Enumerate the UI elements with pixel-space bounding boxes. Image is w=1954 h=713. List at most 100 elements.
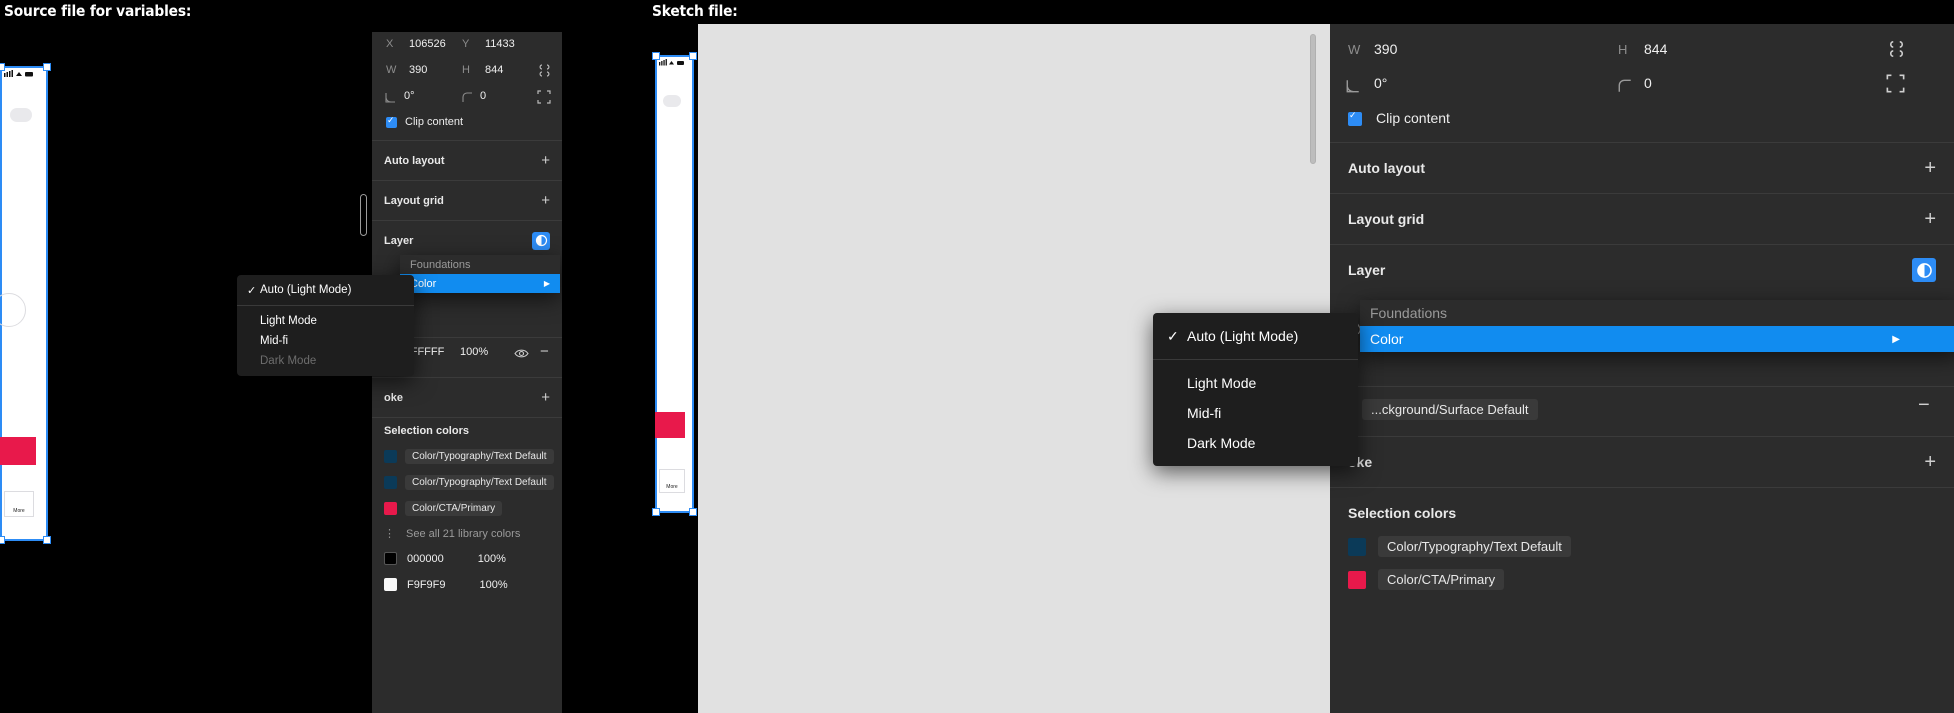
section-layout-grid[interactable]: Layout grid + <box>372 181 562 220</box>
raw-color-opacity[interactable]: 100% <box>480 579 508 591</box>
clip-content-row[interactable]: Clip content <box>1330 104 1954 142</box>
resize-handle-tr[interactable] <box>689 52 697 60</box>
canvas-scrollbar-right[interactable] <box>1310 34 1316 164</box>
eye-icon[interactable] <box>514 347 529 360</box>
variable-mode-icon[interactable] <box>532 231 550 250</box>
h-value[interactable]: 844 <box>485 64 503 76</box>
selection-color-row[interactable]: Color/CTA/Primary <box>384 501 503 516</box>
independent-corners-icon[interactable] <box>537 90 551 104</box>
selection-color-label[interactable]: Color/Typography/Text Default <box>1378 536 1571 557</box>
menu-item-label: Dark Mode <box>1187 435 1256 451</box>
constrain-proportions-icon[interactable] <box>538 63 551 78</box>
see-all-library-colors-row[interactable]: ⋮ See all 21 library colors <box>384 527 520 541</box>
submenu-item-foundations[interactable]: Foundations <box>400 255 560 274</box>
resize-handle-tr[interactable] <box>43 63 51 71</box>
mode-context-menu-right[interactable]: ✓ Auto (Light Mode) Light Mode Mid-fi Da… <box>1153 313 1358 466</box>
variable-collection-submenu-left[interactable]: Foundations Color ▶ <box>400 255 560 293</box>
menu-item-mid-fi[interactable]: Mid-fi <box>1153 398 1358 428</box>
color-swatch[interactable] <box>384 450 397 463</box>
selection-color-row[interactable]: Color/CTA/Primary <box>1348 569 1505 590</box>
selection-color-row[interactable]: Color/Typography/Text Default <box>384 449 554 464</box>
w-label: W <box>1348 42 1361 57</box>
h-value[interactable]: 844 <box>1644 41 1667 57</box>
color-swatch[interactable] <box>384 552 397 565</box>
x-label: X <box>386 38 394 50</box>
menu-item-mid-fi[interactable]: Mid-fi <box>237 331 414 351</box>
fill-variable-chip[interactable]: ...ckground/Surface Default <box>1362 399 1538 420</box>
variable-collection-submenu-right[interactable]: Foundations Color ▶ <box>1360 300 1954 352</box>
raw-color-hex[interactable]: F9F9F9 <box>407 579 446 591</box>
auto-layout-add-button[interactable]: + <box>541 152 550 169</box>
section-stroke[interactable]: oke + <box>1330 437 1954 487</box>
w-value[interactable]: 390 <box>1374 41 1397 57</box>
layout-grid-add-button[interactable]: + <box>541 192 550 209</box>
artboard-left[interactable]: More <box>0 63 51 544</box>
stroke-add-button[interactable]: + <box>1924 451 1936 474</box>
menu-item-dark-mode[interactable]: Dark Mode <box>1153 428 1358 458</box>
raw-color-opacity[interactable]: 100% <box>478 553 506 565</box>
menu-item-auto-light-mode[interactable]: ✓ Auto (Light Mode) <box>237 280 414 300</box>
menu-item-auto-light-mode[interactable]: ✓ Auto (Light Mode) <box>1153 321 1358 351</box>
fill-remove-button[interactable]: − <box>1918 394 1930 417</box>
constrain-proportions-icon[interactable] <box>1888 39 1905 59</box>
selection-colors-title: Selection colors <box>1348 505 1457 521</box>
color-swatch[interactable] <box>1348 570 1366 589</box>
menu-item-light-mode[interactable]: Light Mode <box>1153 368 1358 398</box>
stroke-add-button[interactable]: + <box>541 389 550 406</box>
rotation-value[interactable]: 0° <box>1374 75 1387 91</box>
artboard-right[interactable]: More <box>652 52 697 516</box>
resize-handle-bl[interactable] <box>0 536 5 544</box>
clip-content-checkbox[interactable] <box>1348 110 1362 126</box>
color-swatch[interactable] <box>384 502 397 515</box>
selection-color-row[interactable]: Color/Typography/Text Default <box>384 475 554 490</box>
resize-handle-br[interactable] <box>43 536 51 544</box>
submenu-item-foundations[interactable]: Foundations <box>1360 300 1954 326</box>
corner-radius-value[interactable]: 0 <box>480 90 486 102</box>
cta-block <box>0 437 36 465</box>
layout-grid-title: Layout grid <box>1348 211 1425 227</box>
position-row: X 106526 Y 11433 <box>372 32 562 58</box>
inspector-panel-right: W 390 H 844 0° 0 ✓ Clip content Auto lay… <box>1330 24 1954 713</box>
resize-handle-tl[interactable] <box>652 52 660 60</box>
variable-mode-icon[interactable] <box>1912 258 1936 282</box>
resize-handle-br[interactable] <box>689 508 697 516</box>
color-swatch[interactable] <box>1348 537 1366 556</box>
rotation-value[interactable]: 0° <box>404 90 415 102</box>
color-swatch[interactable] <box>384 578 397 591</box>
fill-remove-button[interactable]: − <box>540 343 549 360</box>
section-auto-layout[interactable]: Auto layout + <box>1330 143 1954 193</box>
raw-color-row[interactable]: F9F9F9 100% <box>384 578 508 591</box>
independent-corners-icon[interactable] <box>1886 74 1905 93</box>
auto-layout-add-button[interactable]: + <box>1924 157 1936 180</box>
selection-colors-title: Selection colors <box>384 425 469 437</box>
submenu-item-color[interactable]: Color ▶ <box>1360 326 1954 352</box>
check-icon: ✓ <box>247 284 257 297</box>
submenu-item-color[interactable]: Color ▶ <box>400 274 560 293</box>
clip-content-checkbox[interactable] <box>386 115 397 128</box>
raw-color-row[interactable]: 000000 100% <box>384 552 506 565</box>
clip-content-row[interactable]: Clip content <box>372 110 562 140</box>
see-all-library-colors-link[interactable]: See all 21 library colors <box>406 528 520 540</box>
selection-color-label[interactable]: Color/CTA/Primary <box>405 501 503 516</box>
selection-color-row[interactable]: Color/Typography/Text Default <box>1348 536 1571 557</box>
layout-grid-add-button[interactable]: + <box>1924 208 1936 231</box>
y-value[interactable]: 11433 <box>485 38 515 50</box>
selection-color-label[interactable]: Color/Typography/Text Default <box>405 449 554 464</box>
section-auto-layout[interactable]: Auto layout + <box>372 141 562 180</box>
menu-item-light-mode[interactable]: Light Mode <box>237 311 414 331</box>
w-value[interactable]: 390 <box>409 64 427 76</box>
selection-color-label[interactable]: Color/CTA/Primary <box>1378 569 1505 590</box>
mode-context-menu-left[interactable]: ✓ Auto (Light Mode) Light Mode Mid-fi Da… <box>237 275 414 376</box>
selection-color-label[interactable]: Color/Typography/Text Default <box>405 475 554 490</box>
resize-handle-tl[interactable] <box>0 63 5 71</box>
x-value[interactable]: 106526 <box>409 38 446 50</box>
resize-handle-bl[interactable] <box>652 508 660 516</box>
section-stroke[interactable]: oke + <box>372 378 562 417</box>
section-layout-grid[interactable]: Layout grid + <box>1330 194 1954 244</box>
layer-title: Layer <box>1348 262 1386 278</box>
raw-color-hex[interactable]: 000000 <box>407 553 444 565</box>
canvas-scrollbar-left[interactable] <box>360 194 367 236</box>
fill-opacity-value[interactable]: 100% <box>460 346 488 358</box>
corner-radius-value[interactable]: 0 <box>1644 75 1652 91</box>
color-swatch[interactable] <box>384 476 397 489</box>
